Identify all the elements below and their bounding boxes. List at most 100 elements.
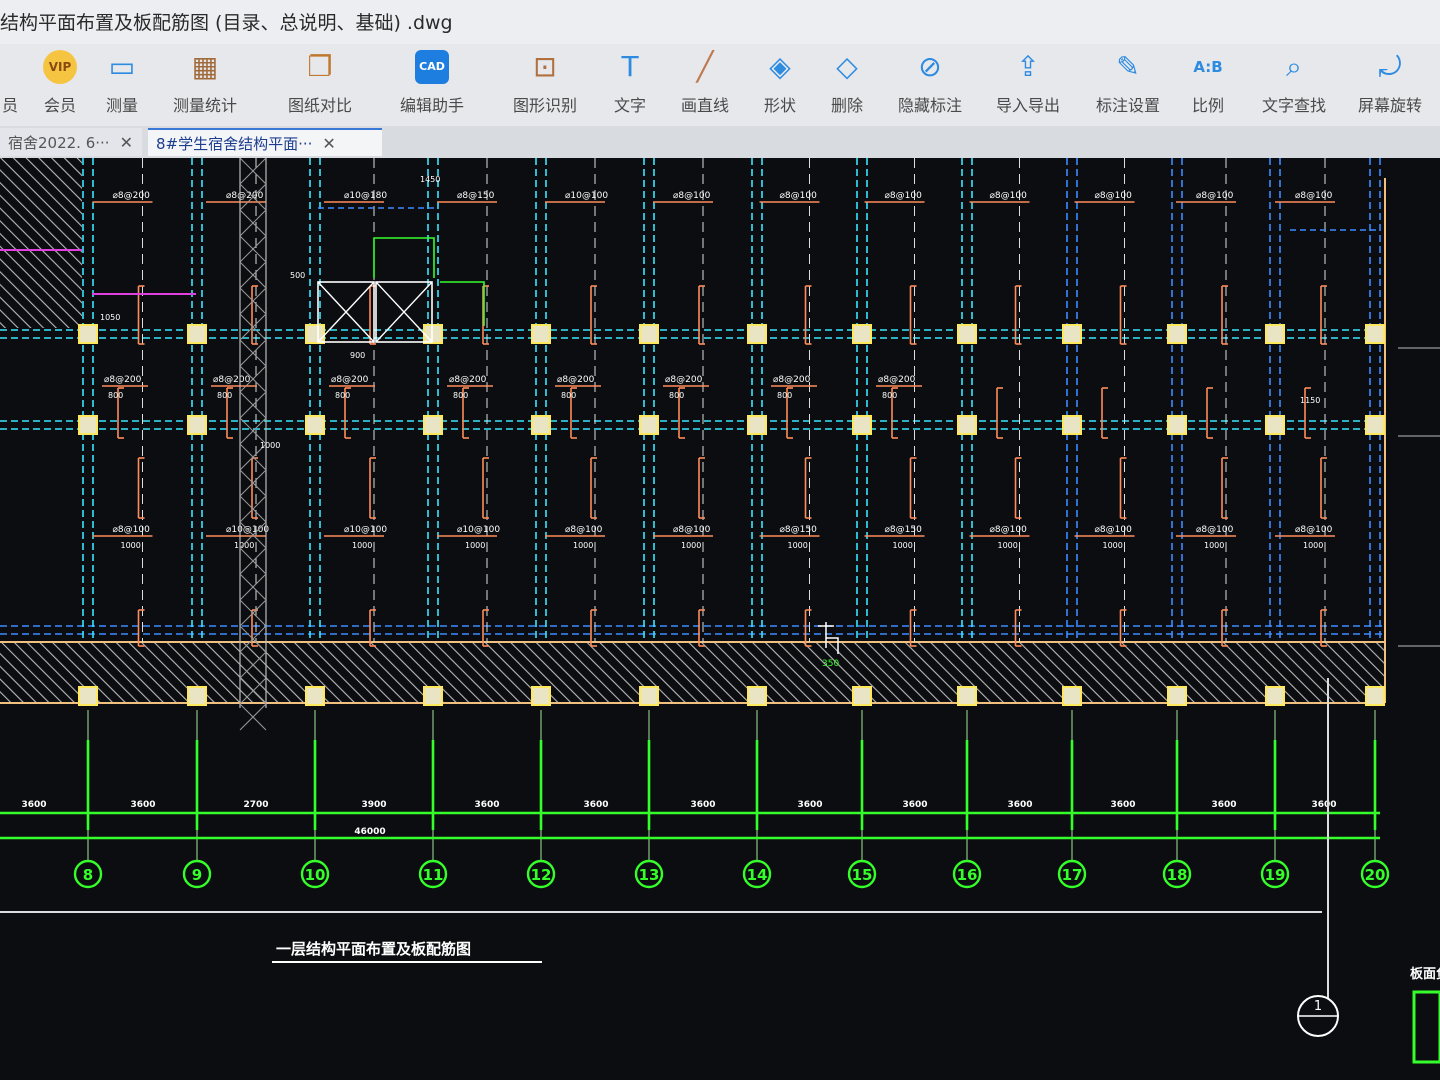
tool-import-export-button[interactable]: ⇪ 导入导出 [978, 48, 1078, 116]
span-dimension: 3600 [130, 800, 155, 810]
rebar-label: ⌀10@100 [344, 525, 387, 535]
span-dimension: 3600 [1110, 800, 1135, 810]
axis-label: 17 [1062, 866, 1083, 884]
axis-grid: 8 9 10 11 12 13 14 15 16 17 18 19 20 3600 3600 2700 3900… [0, 710, 1390, 889]
tool-compare-button[interactable]: ❐ 图纸对比 [270, 48, 370, 116]
rebar-length: 800 [669, 391, 684, 400]
import-export-icon: ⇪ [1016, 50, 1040, 83]
detail-dimension: 1150 [1300, 396, 1320, 405]
rebar-label: ⌀8@100 [1196, 191, 1234, 201]
rebar-label: ⌀8@150 [780, 525, 818, 535]
tool-hide-annotation-button[interactable]: ⊘ 隐藏标注 [880, 48, 980, 116]
column [305, 324, 325, 344]
tool-cad-edit-button[interactable]: CAD 编辑助手 [382, 48, 482, 116]
column [1062, 415, 1082, 435]
text-icon: T [621, 50, 639, 83]
column [305, 415, 325, 435]
scale-glyph: A:B [1193, 58, 1223, 76]
rotate-screen-icon: ⤾ [1378, 50, 1402, 83]
compare-icon: ❐ [307, 50, 333, 83]
column [957, 324, 977, 344]
span-dimension: 3900 [361, 800, 386, 810]
cad-drawing[interactable]: ⌀8@200 ⌀8@100 1000 ⌀8@200 ⌀10@100 1000 ⌀10@180… [0, 157, 1440, 1080]
rebar-length: 800 [561, 391, 576, 400]
text-search-icon: ⌕ [1286, 50, 1302, 83]
rebar-length: 800 [453, 391, 468, 400]
rebar-label: ⌀8@100 [673, 525, 711, 535]
close-icon[interactable]: ✕ [322, 134, 335, 153]
span-dimension: 3600 [902, 800, 927, 810]
tool-label: 文字 [613, 96, 646, 115]
axis-label: 10 [305, 866, 326, 884]
column [531, 415, 551, 435]
column [187, 324, 207, 344]
tab-student-dorm-8[interactable]: 8#学生宿舍结构平面··· ✕ [148, 128, 382, 156]
close-icon[interactable]: ✕ [120, 133, 133, 152]
rebar-length: 1000 [893, 541, 913, 550]
rebar-label: ⌀8@100 [1095, 525, 1133, 535]
rebar-label: ⌀8@150 [457, 191, 495, 201]
rebar-length: 1000 [1303, 541, 1323, 550]
column [78, 415, 98, 435]
span-dimension: 3600 [1211, 800, 1236, 810]
column [747, 686, 767, 706]
tool-label: 形状 [763, 96, 796, 115]
axis-label: 18 [1167, 866, 1188, 884]
axis-label: 16 [957, 866, 978, 884]
rebar-label: ⌀8@100 [990, 525, 1028, 535]
row-axis-label: 1 [1314, 999, 1322, 1014]
span-dimension: 3600 [797, 800, 822, 810]
rebar-length: 1000 [573, 541, 593, 550]
drawing-labels: 1 一层结构平面布置及板配筋图板面负 [0, 347, 1440, 1064]
rebar-label: ⌀8@200 [449, 375, 487, 385]
window-title: 结构平面布置及板配筋图 (目录、总说明、基础) .dwg [0, 12, 453, 34]
rebar-label: ⌀8@100 [1295, 525, 1333, 535]
axis-label: 20 [1365, 866, 1386, 884]
document-tab-bar: 宿舍2022. 6··· ✕ 8#学生宿舍结构平面··· ✕ [0, 126, 1440, 158]
detail-dimension: 500 [290, 271, 305, 280]
column [957, 415, 977, 435]
detail-dimension: 900 [350, 351, 365, 360]
rebar-label: ⌀8@100 [780, 191, 818, 201]
axis-label: 12 [531, 866, 552, 884]
tool-scale-button[interactable]: A:B 比例 [1158, 48, 1258, 116]
rebar-length: 800 [217, 391, 232, 400]
column [187, 415, 207, 435]
rebar-length: 1000 [1103, 541, 1123, 550]
tool-rotate-screen-button[interactable]: ⤾ 屏幕旋转 [1340, 48, 1440, 116]
cad-edit-icon: CAD [413, 48, 451, 86]
column [747, 324, 767, 344]
drawing-title: 一层结构平面布置及板配筋图 [276, 940, 471, 958]
rebar-label: ⌀8@200 [104, 375, 142, 385]
rebar-label: ⌀10@100 [457, 525, 500, 535]
span-dimension: 3600 [583, 800, 608, 810]
toolbar: 员 VIP 会员 ▭ 测量 ▦ 测量统计 ❐ 图纸对比 CAD 编辑助手 ⊡ 图形识别 T 文字 ╱ 画直线 ◈ 形… [0, 44, 1440, 126]
tool-label: 图纸对比 [287, 96, 352, 115]
cursor-dimension: 350 [822, 659, 839, 669]
column [1365, 324, 1385, 344]
rebar-label: ⌀8@100 [1295, 191, 1333, 201]
column [78, 686, 98, 706]
rebar-length: 1000 [998, 541, 1018, 550]
annotation-settings-icon: ✎ [1116, 50, 1140, 83]
rebar-length: 800 [777, 391, 792, 400]
span-dimension: 3600 [474, 800, 499, 810]
span-dimension: 3600 [1311, 800, 1336, 810]
rebar-label: ⌀8@150 [885, 525, 923, 535]
tab-dormitory-2022[interactable]: 宿舍2022. 6··· ✕ [0, 128, 142, 156]
tool-label: 删除 [830, 96, 863, 115]
tool-label: 图形识别 [512, 96, 577, 115]
column [852, 415, 872, 435]
drawing-canvas[interactable]: ⌀8@200 ⌀8@100 1000 ⌀8@200 ⌀10@100 1000 ⌀10@180… [0, 157, 1440, 1080]
tool-text-search-button[interactable]: ⌕ 文字查找 [1244, 48, 1344, 116]
column [531, 686, 551, 706]
span-dimension: 2700 [243, 800, 268, 810]
rebar-label: ⌀10@180 [344, 191, 387, 201]
column [639, 686, 659, 706]
tool-label: 文字查找 [1261, 96, 1326, 115]
hatch-block-left-upper [0, 158, 82, 248]
rebar-label: ⌀8@100 [113, 525, 151, 535]
tool-measure-stats-button[interactable]: ▦ 测量统计 [155, 48, 255, 116]
green-detail-outline [440, 281, 485, 326]
rebar-label: ⌀8@200 [878, 375, 916, 385]
